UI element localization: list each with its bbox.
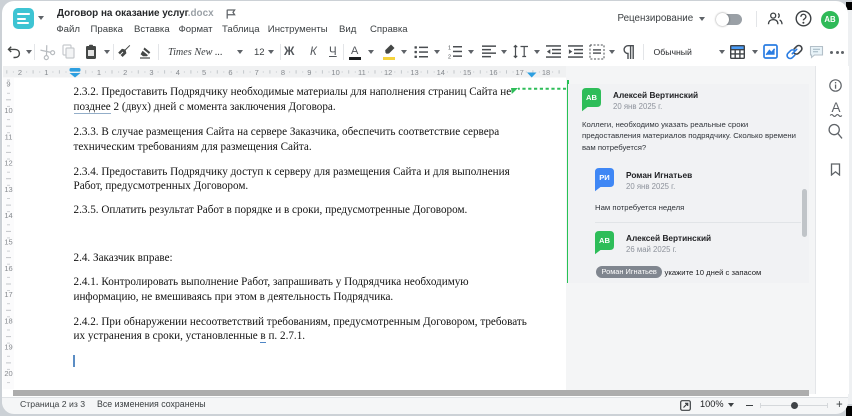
svg-text:9: 9 [307,68,311,77]
svg-text:6: 6 [228,68,232,77]
svg-text:18: 18 [542,68,550,77]
svg-text:15: 15 [4,238,12,247]
svg-text:14: 14 [437,68,445,77]
svg-text:3: 3 [149,68,153,77]
svg-text:17: 17 [516,68,524,77]
svg-text:16: 16 [4,264,12,273]
svg-text:2: 2 [448,55,451,60]
svg-text:14: 14 [4,211,12,220]
svg-text:19: 19 [4,343,12,352]
svg-text:16: 16 [489,68,497,77]
svg-text:17: 17 [4,290,12,299]
svg-text:20: 20 [4,369,12,378]
svg-text:11: 11 [5,132,13,141]
svg-text:1: 1 [97,68,101,77]
svg-text:5: 5 [202,68,206,77]
svg-text:12: 12 [4,159,12,168]
svg-text:13: 13 [410,68,418,77]
svg-text:15: 15 [463,68,471,77]
svg-text:2: 2 [18,68,22,77]
svg-text:2: 2 [123,68,127,77]
svg-text:4: 4 [176,68,180,77]
svg-text:1: 1 [44,68,48,77]
svg-text:9: 9 [6,80,10,89]
svg-text:13: 13 [4,185,12,194]
svg-text:A: A [831,100,840,115]
svg-text:10: 10 [331,68,339,77]
svg-text:7: 7 [255,68,259,77]
svg-text:18: 18 [4,316,12,325]
svg-text:10: 10 [4,106,12,115]
svg-text:1: 1 [448,46,451,52]
svg-text:11: 11 [358,68,366,77]
svg-text:8: 8 [281,68,285,77]
svg-text:12: 12 [384,68,392,77]
